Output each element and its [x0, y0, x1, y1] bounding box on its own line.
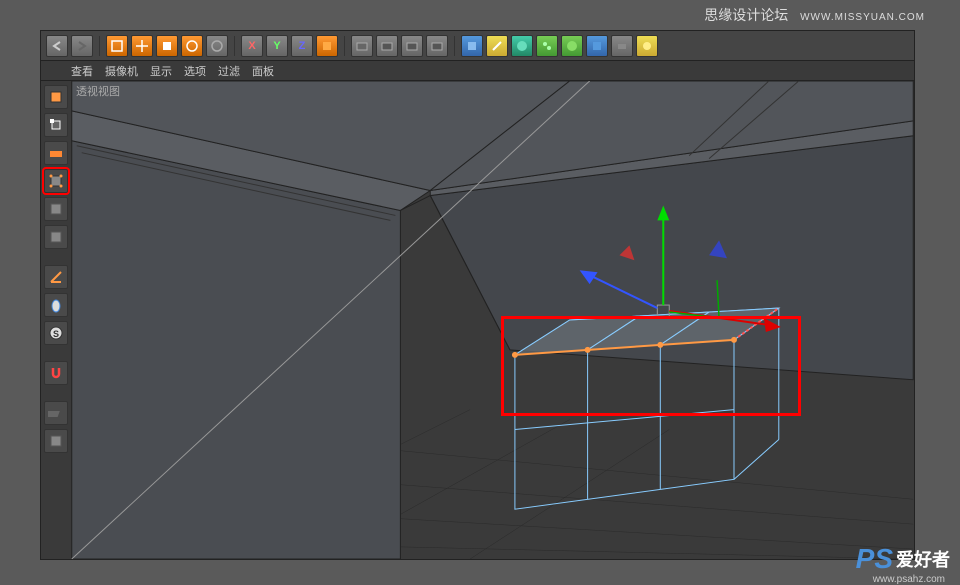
menu-view[interactable]: 查看	[71, 63, 93, 79]
points-mode-button[interactable]	[44, 169, 68, 193]
menu-panel[interactable]: 面板	[252, 63, 274, 79]
coord-system-button[interactable]	[316, 35, 338, 57]
move-button[interactable]	[131, 35, 153, 57]
deformer-button[interactable]	[561, 35, 583, 57]
viewport-menu-bar: 查看 摄像机 显示 选项 过滤 面板	[41, 61, 914, 81]
separator	[344, 36, 345, 56]
spacer	[44, 349, 68, 357]
cube-primitive-button[interactable]	[461, 35, 483, 57]
redo-button[interactable]	[71, 35, 93, 57]
render-picture-button[interactable]	[426, 35, 448, 57]
scale-button[interactable]	[156, 35, 178, 57]
separator	[234, 36, 235, 56]
environment-button[interactable]	[586, 35, 608, 57]
menu-options[interactable]: 选项	[184, 63, 206, 79]
mouse-mode-button[interactable]	[44, 293, 68, 317]
menu-display[interactable]: 显示	[150, 63, 172, 79]
z-axis-button[interactable]: Z	[291, 35, 313, 57]
snap-button[interactable]: S	[44, 321, 68, 345]
workplane-button[interactable]	[44, 401, 68, 425]
texture-mode-button[interactable]	[44, 141, 68, 165]
separator	[454, 36, 455, 56]
spacer	[44, 389, 68, 397]
axis-mode-button[interactable]	[44, 265, 68, 289]
magnet-button[interactable]	[44, 361, 68, 385]
model-mode-button[interactable]	[44, 113, 68, 137]
render-settings-button[interactable]	[401, 35, 423, 57]
viewport-3d[interactable]: 透视视图	[71, 81, 914, 559]
light-button[interactable]	[636, 35, 658, 57]
separator	[99, 36, 100, 56]
polygons-mode-button[interactable]	[44, 225, 68, 249]
live-select-button[interactable]	[106, 35, 128, 57]
render-view-button[interactable]	[351, 35, 373, 57]
camera-button[interactable]	[611, 35, 633, 57]
app-frame: X Y Z 查看 摄像机 显示 选项 过滤 面板 S	[40, 30, 915, 560]
watermark-bottom: PS 爱好者	[856, 543, 950, 575]
tweak-button[interactable]	[44, 429, 68, 453]
viewport-label: 透视视图	[76, 83, 120, 99]
left-toolbar: S	[41, 81, 71, 457]
top-toolbar: X Y Z	[41, 31, 914, 61]
render-region-button[interactable]	[376, 35, 398, 57]
menu-camera[interactable]: 摄像机	[105, 63, 138, 79]
watermark-top: 思缘设计论坛 WWW.MISSYUAN.COM	[704, 5, 925, 25]
last-tool-button[interactable]	[206, 35, 228, 57]
pen-tool-button[interactable]	[486, 35, 508, 57]
watermark-url: www.psahz.com	[873, 574, 945, 585]
spacer	[44, 253, 68, 261]
nurbs-button[interactable]	[511, 35, 533, 57]
rotate-button[interactable]	[181, 35, 203, 57]
array-button[interactable]	[536, 35, 558, 57]
y-axis-button[interactable]: Y	[266, 35, 288, 57]
edges-mode-button[interactable]	[44, 197, 68, 221]
svg-text:S: S	[53, 329, 59, 339]
make-editable-button[interactable]	[44, 85, 68, 109]
x-axis-button[interactable]: X	[241, 35, 263, 57]
scene-3d	[71, 81, 914, 559]
undo-button[interactable]	[46, 35, 68, 57]
menu-filter[interactable]: 过滤	[218, 63, 240, 79]
